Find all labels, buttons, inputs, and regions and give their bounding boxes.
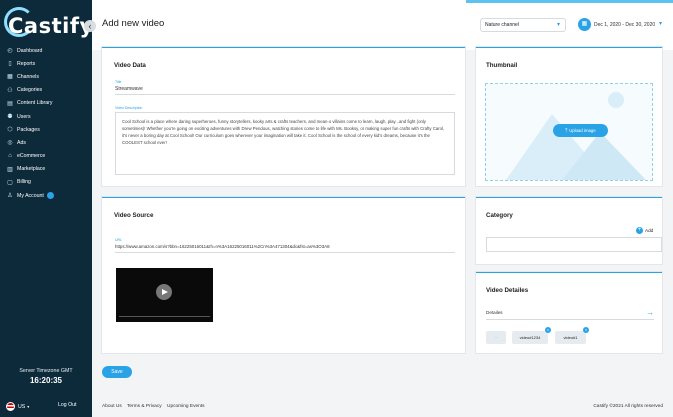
store-icon: ▥ — [7, 166, 13, 173]
sidebar-item-label: My Account — [17, 192, 44, 199]
language-label: US — [18, 403, 26, 410]
thumbnail-dropzone[interactable]: ⤒ Upload image — [485, 83, 653, 181]
add-category-button[interactable]: + Add — [636, 227, 653, 234]
sidebar-item-label: Dashboard — [17, 47, 43, 54]
sidebar-item-label: Categories — [17, 87, 43, 94]
sidebar-item-ads[interactable]: ◎ Ads — [0, 136, 92, 149]
sidebar-item-label: Channels — [17, 73, 39, 80]
sidebar-item-ecommerce[interactable]: ⌂ eCommerce — [0, 150, 92, 163]
user-icon: ♙ — [7, 193, 13, 200]
video-data-title: Video Data — [114, 62, 146, 69]
save-button[interactable]: Save — [102, 366, 132, 378]
sidebar-item-reports[interactable]: ▯ Reports — [0, 57, 92, 70]
sidebar-item-billing[interactable]: ▢ Billing — [0, 176, 92, 189]
video-progress-bar[interactable] — [119, 316, 210, 317]
video-player[interactable] — [116, 268, 213, 322]
sidebar-item-label: Content Library — [17, 100, 53, 107]
video-chip[interactable]: video#1 — [555, 331, 586, 344]
dashboard-icon: ◴ — [7, 48, 13, 55]
sidebar-item-content-library[interactable]: ▤ Content Library — [0, 97, 92, 110]
sidebar-item-label: Reports — [17, 60, 36, 67]
logout-button[interactable]: Log Out — [58, 402, 76, 408]
bag-icon: ⌂ — [8, 153, 12, 160]
arrow-right-icon[interactable]: → — [646, 308, 654, 317]
sidebar-item-packages[interactable]: ⬡ Packages — [0, 123, 92, 136]
sidebar-item-label: eCommerce — [17, 153, 46, 160]
plus-icon: + — [636, 227, 643, 234]
title-input[interactable]: Streamwave — [115, 86, 143, 92]
channel-select[interactable]: Nature channel ▾ — [480, 18, 566, 32]
play-icon — [162, 288, 168, 295]
description-textarea[interactable]: Cool School is a place where daring supe… — [115, 112, 455, 175]
sidebar-nav: ◴ Dashboard ▯ Reports ▦ Channels ⚇ Categories ▤ C… — [0, 44, 92, 202]
billing-icon: ▢ — [7, 179, 13, 186]
chevron-down-icon[interactable]: ▾ — [659, 20, 662, 27]
sidebar-item-label: Users — [17, 113, 31, 120]
sidebar-item-dashboard[interactable]: ◴ Dashboard — [0, 44, 92, 57]
date-range[interactable]: Dec 1, 2020 - Dec 30, 2020 — [594, 22, 655, 28]
url-label: URL — [115, 238, 123, 242]
people-icon: ⚇ — [7, 87, 13, 94]
sidebar-item-categories[interactable]: ⚇ Categories — [0, 84, 92, 97]
category-input[interactable] — [486, 237, 662, 252]
sidebar-item-label: Marketplace — [17, 166, 46, 173]
add-category-label: Add — [645, 228, 654, 233]
url-input[interactable]: https://www.amazon.com/s?bbn=16225016011… — [115, 244, 330, 249]
upload-image-button[interactable]: ⤒ Upload image — [553, 124, 608, 137]
users-icon: ⚉ — [7, 114, 13, 121]
footer-link-about[interactable]: About Us — [102, 404, 122, 409]
sidebar-item-channels[interactable]: ▦ Channels — [0, 70, 92, 83]
library-icon: ▤ — [7, 100, 13, 107]
sidebar-item-my-account[interactable]: ♙ My Account — [0, 189, 92, 202]
sidebar-item-label: Billing — [17, 179, 31, 186]
sidebar-item-users[interactable]: ⚉ Users — [0, 110, 92, 123]
remove-chip-icon[interactable]: × — [583, 327, 589, 333]
category-title: Category — [486, 212, 513, 219]
video-chip[interactable]: video#1234 — [512, 331, 548, 344]
copyright: Castify ©2021 All rights reserved — [593, 404, 663, 409]
chevron-left-icon: ‹ — [88, 21, 92, 31]
details-underline — [486, 319, 654, 320]
account-badge-icon — [46, 192, 54, 200]
video-data-card: Video Data Title Streamwave Video Descri… — [102, 47, 465, 186]
title-underline — [115, 94, 455, 95]
video-source-title: Video Source — [114, 212, 154, 219]
grid-icon: ▦ — [7, 74, 13, 81]
upload-icon: ⤒ — [565, 128, 568, 133]
sidebar-item-marketplace[interactable]: ▥ Marketplace — [0, 163, 92, 176]
description-label: Video Description — [115, 106, 143, 110]
logo[interactable]: Castify — [8, 14, 94, 38]
chevron-down-icon: ▾ — [27, 404, 30, 409]
page-title: Add new video — [102, 18, 165, 29]
sidebar-item-label: Packages — [17, 126, 40, 133]
chip-placeholder[interactable]: ··· — [486, 331, 506, 344]
url-underline — [115, 252, 455, 253]
details-label: Detailes — [486, 310, 503, 315]
bar-chart-icon: ▯ — [8, 61, 12, 68]
footer-link-terms[interactable]: Terms & Privacy — [127, 404, 162, 409]
sidebar: Castify ◴ Dashboard ▯ Reports ▦ Channels ⚇ Cate… — [0, 0, 94, 417]
top-accent-bar — [466, 0, 673, 3]
thumbnail-title: Thumbnail — [486, 62, 518, 69]
us-flag-icon — [6, 402, 15, 411]
footer-link-events[interactable]: Upcoming Events — [167, 404, 205, 409]
thumbnail-card: Thumbnail ⤒ Upload image — [476, 47, 662, 186]
language-selector[interactable]: US ▾ — [6, 402, 29, 411]
package-icon: ⬡ — [7, 127, 13, 134]
timezone-time: 16:20:35 — [29, 376, 63, 385]
calendar-icon[interactable]: ▦ — [578, 18, 591, 31]
timezone-label: Server Timezone GMT — [19, 368, 73, 374]
sidebar-item-label: Ads — [17, 139, 26, 146]
title-label: Title — [115, 80, 122, 84]
category-card: Category — [476, 197, 662, 264]
footer-links: About Us Terms & Privacy Upcoming Events — [102, 404, 209, 409]
chevron-down-icon: ▾ — [556, 22, 560, 28]
collapse-sidebar-button[interactable]: ‹ — [84, 20, 96, 32]
ads-icon: ◎ — [7, 140, 13, 147]
remove-chip-icon[interactable]: × — [545, 327, 551, 333]
channel-select-value: Nature channel — [485, 22, 519, 28]
upload-image-label: Upload image — [569, 128, 596, 133]
video-details-title: Video Detailes — [486, 287, 529, 294]
